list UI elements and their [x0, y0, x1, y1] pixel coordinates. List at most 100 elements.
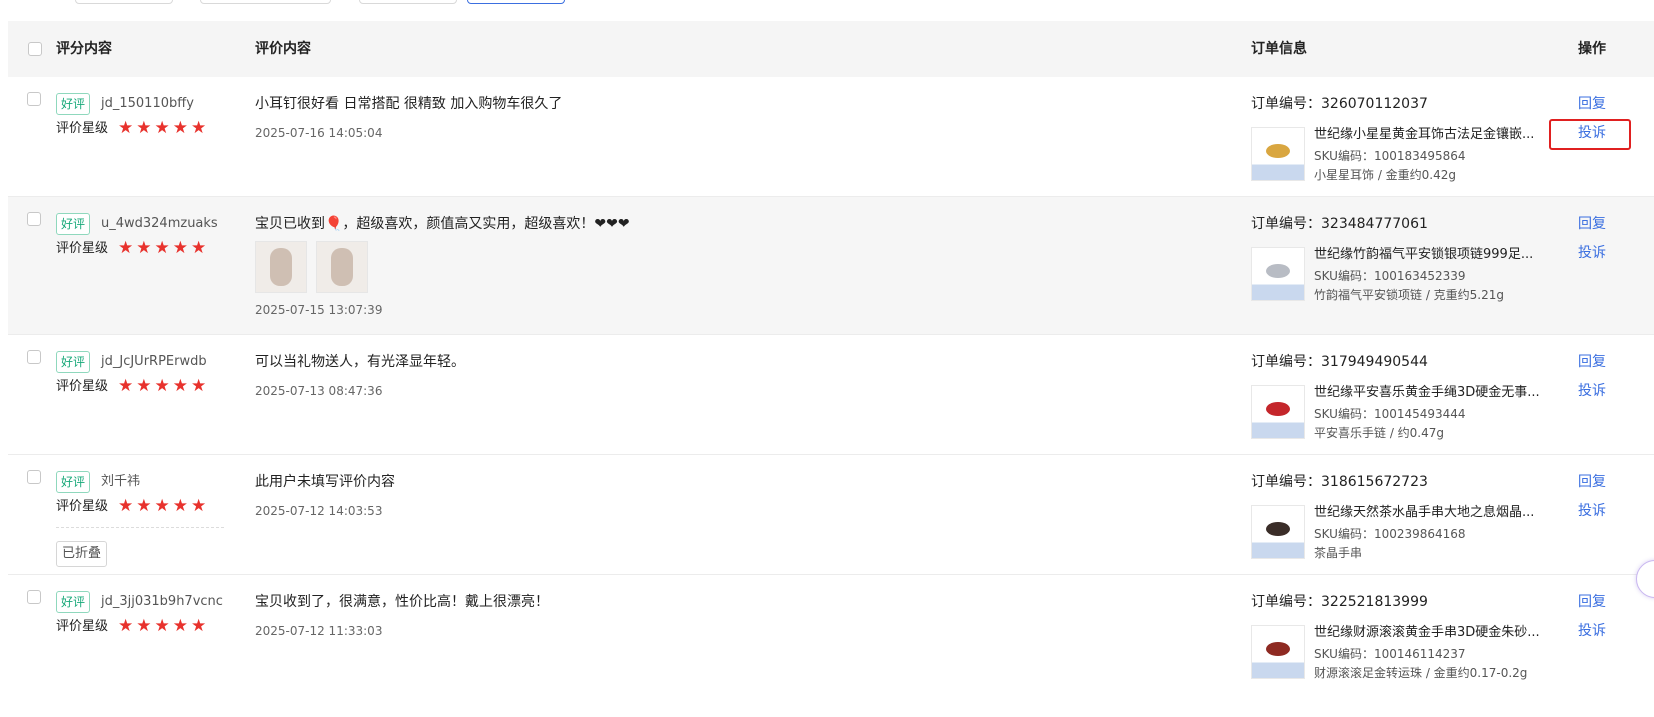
product-name[interactable]: 世纪缘平安喜乐黄金手绳3D硬金无事... [1314, 384, 1540, 402]
reply-link[interactable]: 回复 [1578, 472, 1606, 492]
order-value: 326070112037 [1321, 96, 1428, 112]
review-table: 评分内容 评价内容 订单信息 操作 好评 jd_150110bffy 评价星级 … [8, 21, 1654, 695]
order-value: 322521813999 [1321, 594, 1428, 610]
username: jd_3jj031b9h7vcnc [101, 594, 223, 609]
column-rating: 评分内容 [56, 41, 112, 57]
reply-link[interactable]: 回复 [1578, 94, 1606, 114]
star-rating-icon: ★★★★★ [118, 616, 210, 636]
review-photo[interactable] [316, 241, 369, 293]
complain-link[interactable]: 投诉 [1578, 243, 1606, 263]
rating-badge: 好评 [56, 471, 91, 493]
filter-button-2[interactable] [200, 0, 331, 4]
review-time: 2025-07-12 11:33:03 [255, 624, 383, 638]
username: jd_JcJUrRPErwdb [101, 354, 207, 369]
filter-bar [0, 0, 1654, 8]
order-number: 订单编号：322521813999 [1251, 591, 1428, 613]
order-prefix: 订单编号： [1251, 216, 1321, 232]
review-time: 2025-07-15 13:07:39 [255, 303, 383, 317]
rating-badge: 好评 [56, 351, 91, 373]
product-spec: 竹韵福气平安锁项链 / 克重约5.21g [1314, 288, 1505, 302]
sku-code: SKU编码：100239864168 [1314, 527, 1466, 541]
order-value: 317949490544 [1321, 354, 1428, 370]
product-thumbnail[interactable] [1251, 505, 1305, 559]
star-rating-icon: ★★★★★ [118, 238, 210, 258]
star-rating-icon: ★★★★★ [118, 496, 210, 516]
review-photo[interactable] [255, 241, 307, 293]
rating-badge: 好评 [56, 591, 91, 613]
select-all-checkbox[interactable] [28, 42, 42, 56]
column-action: 操作 [1578, 41, 1606, 57]
rating-badge: 好评 [56, 93, 91, 115]
sku-code: SKU编码：100146114237 [1314, 647, 1466, 661]
review-text: 可以当礼物送人，有光泽显年轻。 [255, 354, 465, 370]
star-rating-label: 评价星级 [56, 499, 109, 514]
star-rating-label: 评价星级 [56, 121, 109, 136]
row-checkbox[interactable] [27, 92, 41, 106]
table-row: 好评 jd_150110bffy 评价星级 ★★★★★ 小耳钉很好看 日常搭配 … [8, 77, 1654, 197]
review-text: 宝贝收到了，很满意，性价比高！戴上很漂亮！ [255, 594, 549, 610]
star-rating-label: 评价星级 [56, 379, 109, 394]
product-thumbnail[interactable] [1251, 127, 1305, 181]
order-number: 订单编号：323484777061 [1251, 213, 1428, 235]
filter-button-active[interactable] [467, 0, 565, 4]
review-text: 此用户未填写评价内容 [255, 474, 395, 490]
row-checkbox[interactable] [27, 212, 41, 226]
review-time: 2025-07-16 14:05:04 [255, 126, 383, 140]
sku-code: SKU编码：100163452339 [1314, 269, 1466, 283]
complain-link[interactable]: 投诉 [1578, 381, 1606, 401]
complain-highlight [1549, 119, 1631, 150]
product-name[interactable]: 世纪缘小星星黄金耳饰古法足金镶嵌... [1314, 126, 1534, 144]
product-spec: 小星星耳饰 / 金重约0.42g [1314, 168, 1457, 182]
product-name[interactable]: 世纪缘财源滚滚黄金手串3D硬金朱砂... [1314, 624, 1540, 642]
order-number: 订单编号：318615672723 [1251, 471, 1428, 493]
row-checkbox[interactable] [27, 590, 41, 604]
product-thumbnail[interactable] [1251, 247, 1305, 301]
table-row: 好评 u_4wd324mzuaks 评价星级 ★★★★★ 宝贝已收到🎈，超级喜欢… [8, 197, 1654, 335]
review-photos [255, 241, 372, 297]
product-name[interactable]: 世纪缘竹韵福气平安锁银项链999足... [1314, 246, 1533, 264]
order-prefix: 订单编号： [1251, 354, 1321, 370]
product-name[interactable]: 世纪缘天然茶水晶手串大地之息烟晶... [1314, 504, 1534, 522]
reply-link[interactable]: 回复 [1578, 214, 1606, 234]
column-order: 订单信息 [1251, 41, 1307, 57]
order-prefix: 订单编号： [1251, 474, 1321, 490]
review-time: 2025-07-12 14:03:53 [255, 504, 383, 518]
star-rating-label: 评价星级 [56, 619, 109, 634]
order-number: 订单编号：317949490544 [1251, 351, 1428, 373]
order-prefix: 订单编号： [1251, 96, 1321, 112]
row-checkbox[interactable] [27, 470, 41, 484]
rating-badge: 好评 [56, 213, 91, 235]
sku-code: SKU编码：100183495864 [1314, 149, 1466, 163]
product-thumbnail[interactable] [1251, 625, 1305, 679]
order-value: 318615672723 [1321, 474, 1428, 490]
table-row: 好评 jd_3jj031b9h7vcnc 评价星级 ★★★★★ 宝贝收到了，很满… [8, 575, 1654, 695]
divider [56, 527, 224, 528]
complain-link[interactable]: 投诉 [1578, 501, 1606, 521]
reply-link[interactable]: 回复 [1578, 592, 1606, 612]
table-header: 评分内容 评价内容 订单信息 操作 [8, 21, 1654, 77]
sku-code: SKU编码：100145493444 [1314, 407, 1466, 421]
filter-button-3[interactable] [359, 0, 457, 4]
product-spec: 茶晶手串 [1314, 546, 1363, 560]
row-checkbox[interactable] [27, 350, 41, 364]
complain-link[interactable]: 投诉 [1578, 621, 1606, 641]
folded-button[interactable]: 已折叠 [56, 541, 108, 567]
product-spec: 平安喜乐手链 / 约0.47g [1314, 426, 1445, 440]
username: 刘千祎 [101, 474, 141, 489]
order-number: 订单编号：326070112037 [1251, 93, 1428, 115]
review-time: 2025-07-13 08:47:36 [255, 384, 383, 398]
username: u_4wd324mzuaks [101, 216, 218, 231]
table-row: 好评 刘千祎 评价星级 ★★★★★ 已折叠 此用户未填写评价内容 2025-07… [8, 455, 1654, 575]
review-text: 宝贝已收到🎈，超级喜欢，颜值高又实用，超级喜欢！❤❤❤ [255, 216, 630, 232]
star-rating-icon: ★★★★★ [118, 118, 210, 138]
star-rating-label: 评价星级 [56, 241, 109, 256]
star-rating-icon: ★★★★★ [118, 376, 210, 396]
product-thumbnail[interactable] [1251, 385, 1305, 439]
product-spec: 财源滚滚足金转运珠 / 金重约0.17-0.2g [1314, 666, 1528, 680]
column-review: 评价内容 [255, 41, 311, 57]
filter-button-1[interactable] [75, 0, 173, 4]
review-text: 小耳钉很好看 日常搭配 很精致 加入购物车很久了 [255, 96, 563, 112]
table-row: 好评 jd_JcJUrRPErwdb 评价星级 ★★★★★ 可以当礼物送人，有光… [8, 335, 1654, 455]
order-value: 323484777061 [1321, 216, 1428, 232]
reply-link[interactable]: 回复 [1578, 352, 1606, 372]
